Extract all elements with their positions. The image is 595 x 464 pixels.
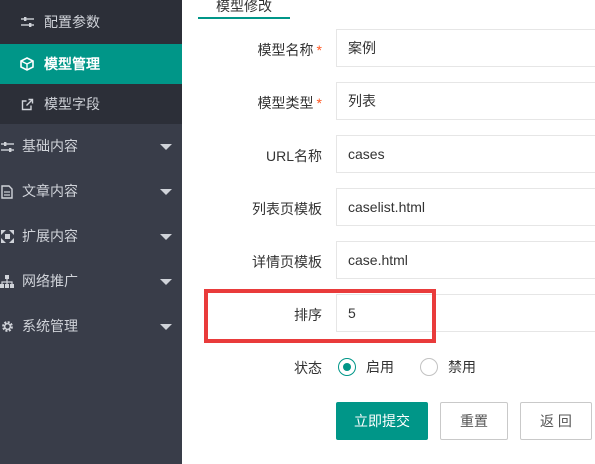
sliders-icon (0, 124, 14, 169)
status-label: 状态 (294, 360, 322, 376)
sidebar-group-extended-content[interactable]: 扩展内容 (0, 214, 182, 259)
list-template-label: 列表页模板 (252, 201, 322, 217)
sidebar-item-label: 模型管理 (44, 56, 100, 72)
form-row-detail-template: 详情页模板 case.html (182, 241, 595, 279)
highlight-box (204, 289, 436, 343)
chevron-down-icon (160, 144, 172, 150)
sidebar-group-label: 系统管理 (22, 318, 78, 334)
cube-icon (20, 44, 34, 84)
radio-unchecked-icon (420, 358, 438, 376)
detail-template-input[interactable]: case.html (336, 241, 595, 279)
model-name-input[interactable]: 案例 (336, 29, 595, 67)
required-mark: * (316, 95, 322, 111)
document-icon (0, 169, 14, 214)
chevron-down-icon (160, 279, 172, 285)
radio-label: 启用 (366, 359, 394, 375)
sidebar-item-label: 模型字段 (44, 96, 100, 112)
sidebar-group-label: 基础内容 (22, 138, 78, 154)
external-link-icon (20, 84, 34, 124)
url-name-label: URL名称 (265, 148, 322, 164)
reset-button[interactable]: 重置 (440, 402, 508, 440)
detail-template-label: 详情页模板 (252, 254, 322, 270)
sidebar: 配置参数 模型管理 模型字段 基础内容 文章内容 扩展内容 网络推广 系统管理 (0, 0, 182, 464)
required-mark: * (316, 42, 322, 58)
url-name-input[interactable]: cases (336, 135, 595, 173)
sliders-icon (20, 0, 34, 44)
model-type-input[interactable]: 列表 (336, 82, 595, 120)
list-template-input[interactable]: caselist.html (336, 188, 595, 226)
chevron-down-icon (160, 189, 172, 195)
form-row-url-name: URL名称 cases (182, 135, 595, 173)
sidebar-item-model-management[interactable]: 模型管理 (0, 44, 182, 84)
status-radio-disabled[interactable]: 禁用 (420, 356, 476, 378)
tab-model-edit[interactable]: 模型修改 (198, 0, 290, 19)
sidebar-group-network-promotion[interactable]: 网络推广 (0, 259, 182, 304)
sidebar-group-label: 网络推广 (22, 273, 78, 289)
expand-icon (0, 214, 14, 259)
back-button[interactable]: 返 回 (520, 402, 592, 440)
radio-label: 禁用 (448, 359, 476, 375)
model-type-label: 模型类型 * (257, 95, 322, 111)
radio-checked-icon (338, 358, 356, 376)
sidebar-group-article-content[interactable]: 文章内容 (0, 169, 182, 214)
status-radio-enabled[interactable]: 启用 (338, 356, 394, 378)
submit-button[interactable]: 立即提交 (336, 402, 428, 440)
sidebar-group-label: 文章内容 (22, 183, 78, 199)
form-row-list-template: 列表页模板 caselist.html (182, 188, 595, 226)
gear-icon (0, 304, 14, 349)
chevron-down-icon (160, 324, 172, 330)
form-row-model-type: 模型类型 * 列表 (182, 82, 595, 120)
sidebar-group-label: 扩展内容 (22, 228, 78, 244)
chevron-down-icon (160, 234, 172, 240)
sub-menu: 配置参数 模型管理 模型字段 (0, 0, 182, 124)
sidebar-group-basic-content[interactable]: 基础内容 (0, 124, 182, 169)
sidebar-group-system-management[interactable]: 系统管理 (0, 304, 182, 349)
sidebar-item-model-fields[interactable]: 模型字段 (0, 84, 182, 124)
main-content: 模型修改 模型名称 * 案例 模型类型 * 列表 URL名称 cases 列表页模板… (182, 0, 595, 464)
sidebar-item-label: 配置参数 (44, 14, 100, 30)
model-name-label: 模型名称 * (257, 42, 322, 58)
form-row-model-name: 模型名称 * 案例 (182, 29, 595, 67)
sitemap-icon (0, 259, 14, 304)
sidebar-item-config-params[interactable]: 配置参数 (0, 0, 182, 44)
